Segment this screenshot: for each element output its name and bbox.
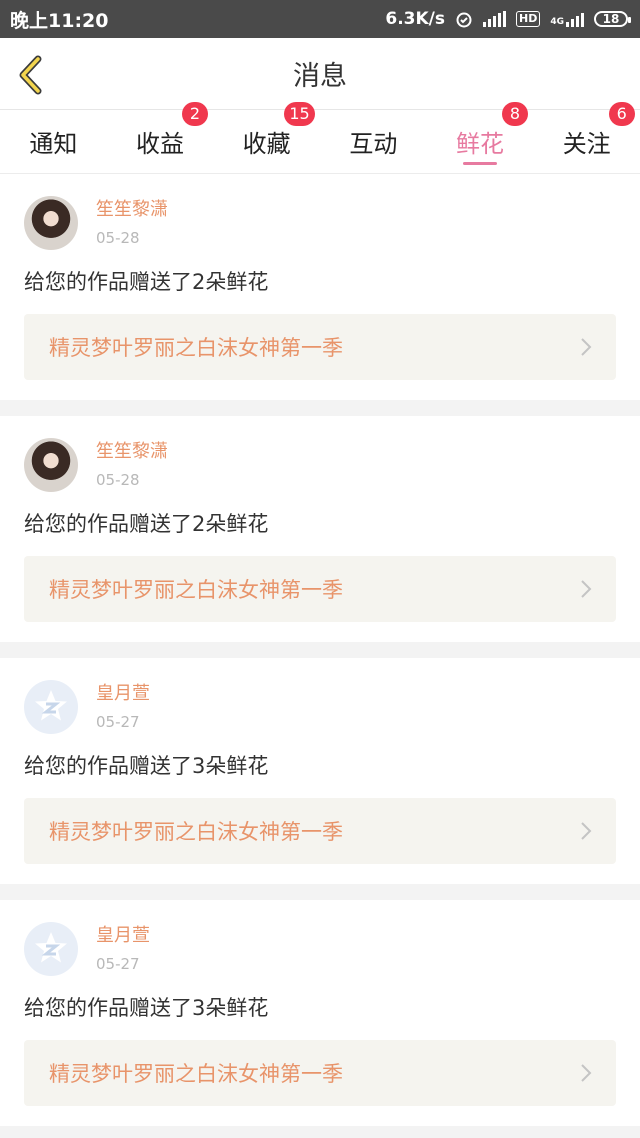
avatar[interactable] (24, 196, 78, 250)
tab-label: 关注 (562, 130, 611, 158)
tab-follow[interactable]: 关注 6 (533, 102, 640, 174)
work-link[interactable]: 精灵梦叶罗丽之白沫女神第一季 (24, 556, 616, 622)
message-date: 05-27 (96, 955, 140, 973)
count-badge: 8 (502, 102, 529, 126)
message-date: 05-27 (96, 713, 140, 731)
back-button[interactable] (14, 54, 48, 96)
default-avatar-icon (35, 932, 67, 963)
message-list: 笙笙黎潇 05-28 给您的作品赠送了2朵鲜花 精灵梦叶罗丽之白沫女神第一季 笙… (0, 174, 640, 1126)
tab-earnings[interactable]: 收益 2 (107, 102, 214, 174)
chevron-right-icon (581, 1064, 592, 1082)
message-text: 给您的作品赠送了2朵鲜花 (24, 512, 269, 536)
chevron-right-icon (581, 580, 592, 598)
work-title: 精灵梦叶罗丽之白沫女神第一季 (49, 336, 343, 360)
work-link[interactable]: 精灵梦叶罗丽之白沫女神第一季 (24, 314, 616, 380)
status-indicators: 6.3K/s HD 4G 18 (385, 9, 631, 29)
username[interactable]: 皇月萱 (96, 682, 150, 706)
username[interactable]: 笙笙黎潇 (96, 440, 168, 464)
status-bar: 晚上11:20 6.3K/s HD 4G 18 (0, 0, 640, 38)
work-link[interactable]: 精灵梦叶罗丽之白沫女神第一季 (24, 798, 616, 864)
tab-notice[interactable]: 通知 (0, 110, 107, 174)
tab-label: 互动 (349, 130, 398, 158)
tab-interaction[interactable]: 互动 (320, 110, 427, 174)
work-title: 精灵梦叶罗丽之白沫女神第一季 (49, 820, 343, 844)
count-badge: 15 (284, 102, 315, 126)
battery-icon: 18 (594, 11, 631, 27)
signal-icon (483, 11, 506, 27)
chevron-right-icon (581, 338, 592, 356)
back-arrow-icon (19, 55, 42, 95)
message-card: 笙笙黎潇 05-28 给您的作品赠送了2朵鲜花 精灵梦叶罗丽之白沫女神第一季 (0, 416, 640, 642)
active-tab-indicator (463, 161, 498, 165)
network-speed: 6.3K/s (385, 9, 445, 29)
chevron-right-icon (581, 822, 592, 840)
signal-4g-icon: 4G (550, 11, 584, 27)
username[interactable]: 皇月萱 (96, 924, 150, 948)
tab-label: 通知 (29, 130, 78, 158)
message-text: 给您的作品赠送了3朵鲜花 (24, 754, 269, 778)
tab-label: 收益 (136, 130, 184, 158)
count-badge: 2 (182, 102, 208, 126)
message-card: 皇月萱 05-27 给您的作品赠送了3朵鲜花 精灵梦叶罗丽之白沫女神第一季 (0, 900, 640, 1126)
work-link[interactable]: 精灵梦叶罗丽之白沫女神第一季 (24, 1040, 616, 1106)
tab-flowers[interactable]: 鲜花 8 (427, 102, 534, 174)
message-text: 给您的作品赠送了2朵鲜花 (24, 270, 269, 294)
tab-label: 鲜花 (456, 130, 505, 158)
work-title: 精灵梦叶罗丽之白沫女神第一季 (49, 1062, 343, 1086)
alarm-icon (456, 12, 472, 28)
tab-bar: 通知 收益 2 收藏 15 互动 鲜花 8 关注 6 (0, 102, 640, 174)
tab-label: 收藏 (242, 130, 291, 158)
hd-icon: HD (516, 11, 541, 27)
username[interactable]: 笙笙黎潇 (96, 198, 168, 222)
page-title: 消息 (293, 61, 347, 92)
message-date: 05-28 (96, 229, 140, 247)
message-date: 05-28 (96, 471, 140, 489)
nav-bar: 消息 (0, 38, 640, 110)
count-badge: 6 (608, 102, 635, 126)
status-time: 晚上11:20 (10, 9, 109, 32)
message-text: 给您的作品赠送了3朵鲜花 (24, 996, 269, 1020)
avatar[interactable] (24, 922, 78, 976)
work-title: 精灵梦叶罗丽之白沫女神第一季 (49, 578, 343, 602)
message-card: 皇月萱 05-27 给您的作品赠送了3朵鲜花 精灵梦叶罗丽之白沫女神第一季 (0, 658, 640, 884)
avatar[interactable] (24, 680, 78, 734)
tab-favorites[interactable]: 收藏 15 (213, 102, 320, 174)
avatar[interactable] (24, 438, 78, 492)
default-avatar-icon (35, 690, 67, 721)
message-card: 笙笙黎潇 05-28 给您的作品赠送了2朵鲜花 精灵梦叶罗丽之白沫女神第一季 (0, 174, 640, 400)
